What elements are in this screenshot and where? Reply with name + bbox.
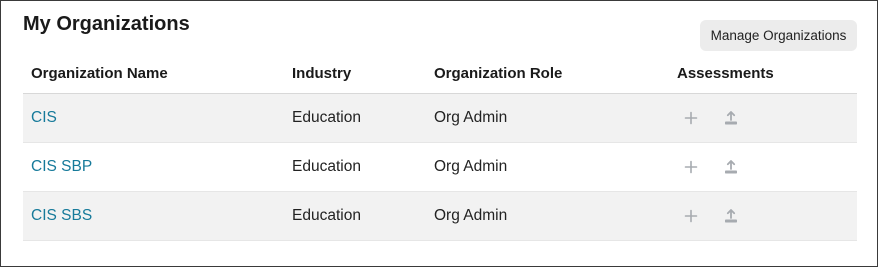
column-header-organization-role: Organization Role (434, 65, 563, 82)
organizations-table: Organization Name Industry Organization … (23, 56, 857, 241)
column-header-organization-name: Organization Name (31, 65, 168, 82)
table-row: CIS Education Org Admin (23, 94, 857, 143)
page-title: My Organizations (23, 13, 190, 35)
organization-link[interactable]: CIS SBP (31, 158, 92, 176)
industry-cell: Education (292, 207, 361, 224)
role-cell: Org Admin (434, 109, 508, 126)
table-header: Organization Name Industry Organization … (23, 56, 857, 94)
organizations-panel: My Organizations Manage Organizations Or… (0, 0, 878, 267)
organization-link[interactable]: CIS SBS (31, 207, 92, 225)
upload-icon[interactable] (721, 157, 741, 177)
column-header-assessments: Assessments (677, 65, 774, 82)
column-header-industry: Industry (292, 65, 352, 82)
role-cell: Org Admin (434, 158, 508, 175)
upload-icon[interactable] (721, 206, 741, 226)
plus-icon[interactable] (681, 108, 701, 128)
industry-cell: Education (292, 158, 361, 175)
organization-link[interactable]: CIS (31, 109, 57, 127)
upload-icon[interactable] (721, 108, 741, 128)
table-row: CIS SBS Education Org Admin (23, 192, 857, 241)
plus-icon[interactable] (681, 206, 701, 226)
manage-organizations-button[interactable]: Manage Organizations (700, 20, 857, 51)
role-cell: Org Admin (434, 207, 508, 224)
plus-icon[interactable] (681, 157, 701, 177)
table-row: CIS SBP Education Org Admin (23, 143, 857, 192)
industry-cell: Education (292, 109, 361, 126)
